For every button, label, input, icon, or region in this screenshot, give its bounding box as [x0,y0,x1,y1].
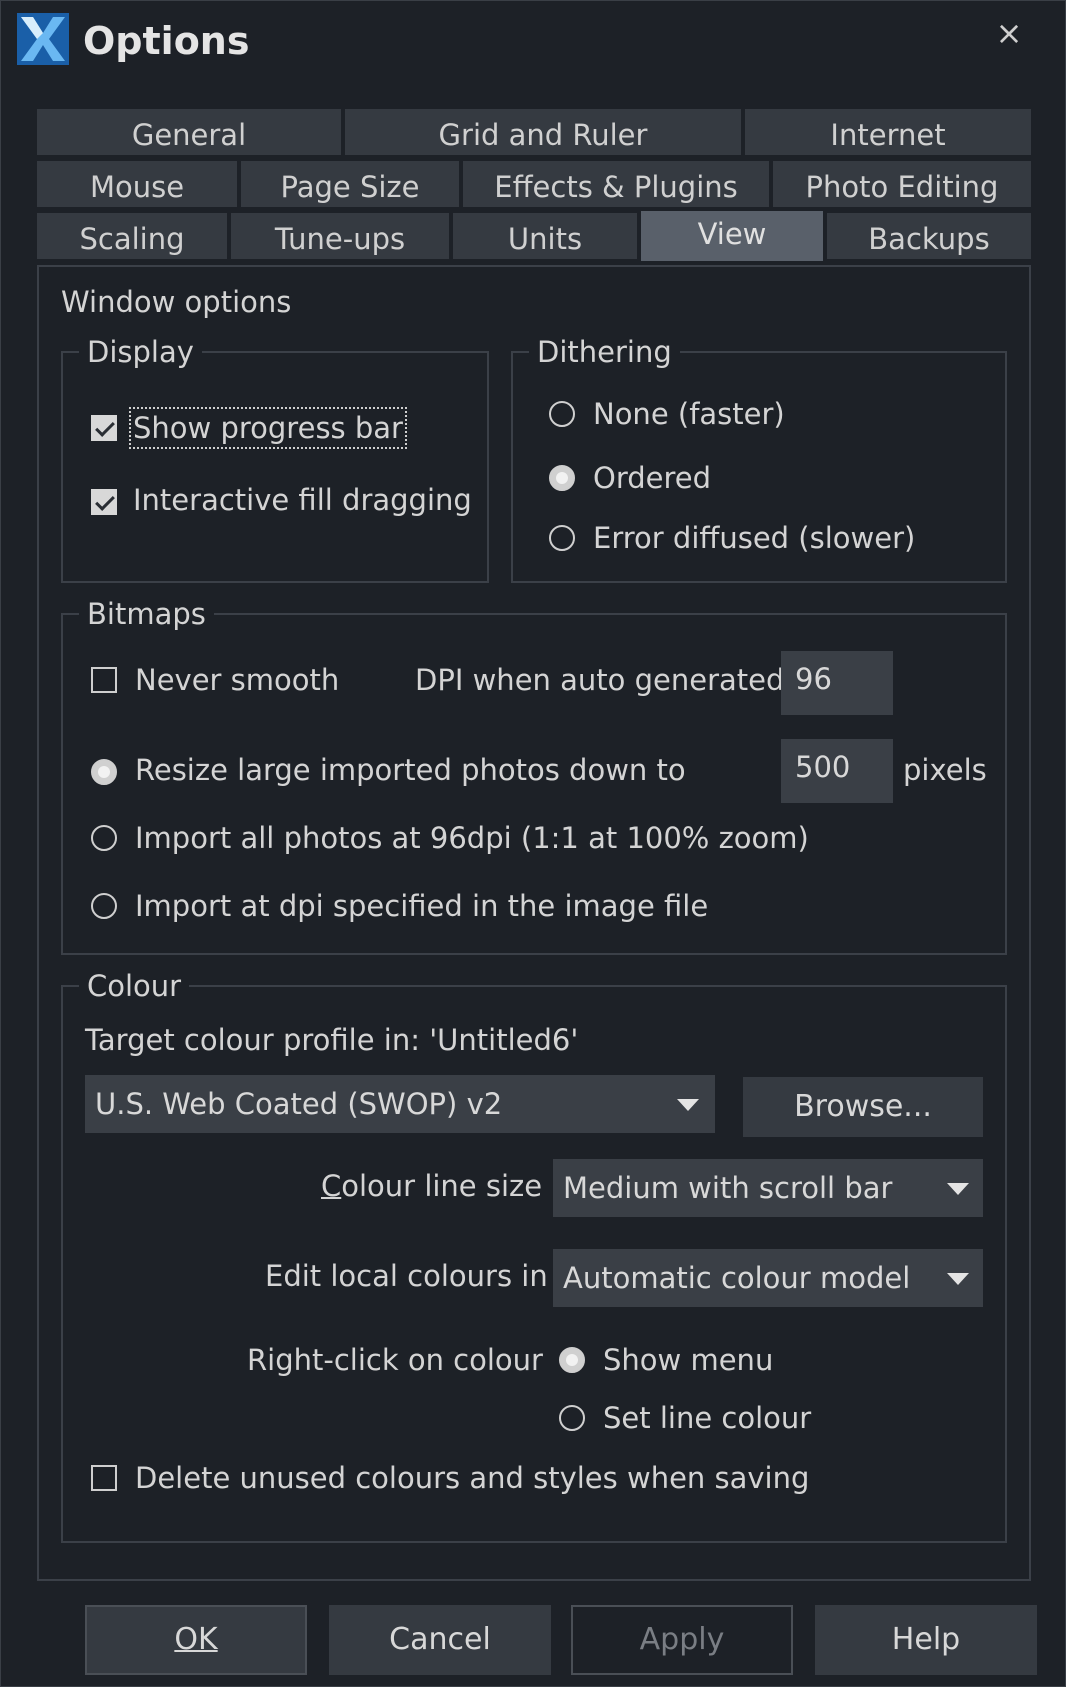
dithering-ordered-radio[interactable] [549,465,575,491]
tab-internet[interactable]: Internet [745,109,1031,155]
interactive-fill-dragging-label[interactable]: Interactive fill dragging [133,483,472,517]
delete-unused-label[interactable]: Delete unused colours and styles when sa… [135,1461,809,1495]
dithering-legend: Dithering [529,335,680,369]
edit-local-colours-value: Automatic colour model [563,1261,911,1295]
dpi-input[interactable]: 96 [781,651,893,715]
tab-photo-editing[interactable]: Photo Editing [773,161,1031,207]
import-96dpi-radio[interactable] [91,825,117,851]
tab-general[interactable]: General [37,109,341,155]
tab-scaling[interactable]: Scaling [37,213,227,259]
app-logo-icon [17,13,69,65]
colour-profile-value: U.S. Web Coated (SWOP) v2 [95,1087,503,1121]
resize-photos-radio[interactable] [91,759,117,785]
delete-unused-checkbox[interactable] [91,1465,117,1491]
colour-line-size-label: Colour line size [321,1169,543,1203]
right-click-show-menu-label[interactable]: Show menu [603,1343,773,1377]
chevron-down-icon [947,1183,969,1195]
apply-button[interactable]: Apply [571,1605,793,1675]
resize-pixels-input[interactable]: 500 [781,739,893,803]
tab-grid-and-ruler[interactable]: Grid and Ruler [345,109,741,155]
display-legend: Display [79,335,202,369]
import-96dpi-label[interactable]: Import all photos at 96dpi (1:1 at 100% … [135,821,809,855]
display-group [61,351,489,583]
target-profile-label: Target colour profile in: 'Untitled6' [85,1023,579,1057]
close-button[interactable]: × [991,15,1027,51]
tab-tune-ups[interactable]: Tune-ups [231,213,449,259]
right-click-set-line-colour-radio[interactable] [559,1405,585,1431]
window-options-heading: Window options [61,285,292,319]
tab-page-size[interactable]: Page Size [241,161,459,207]
dithering-none-label[interactable]: None (faster) [593,397,785,431]
right-click-show-menu-radio[interactable] [559,1347,585,1373]
options-dialog: Options × General Grid and Ruler Interne… [0,0,1066,1687]
chevron-down-icon [947,1273,969,1285]
ok-button[interactable]: OK [85,1605,307,1675]
dithering-error-diffused-radio[interactable] [549,525,575,551]
resize-photos-label[interactable]: Resize large imported photos down to [135,753,686,787]
help-button[interactable]: Help [815,1605,1037,1675]
dpi-auto-label: DPI when auto generated [415,663,785,697]
ok-button-label: OK [174,1622,218,1657]
colour-line-size-value: Medium with scroll bar [563,1171,893,1205]
colour-profile-dropdown[interactable]: U.S. Web Coated (SWOP) v2 [85,1075,715,1133]
show-progress-bar-checkbox[interactable] [91,415,117,441]
right-click-label: Right-click on colour [247,1343,543,1377]
colour-line-size-dropdown[interactable]: Medium with scroll bar [553,1159,983,1217]
edit-local-colours-label: Edit local colours in [265,1259,548,1293]
bitmaps-legend: Bitmaps [79,597,214,631]
right-click-set-line-colour-label[interactable]: Set line colour [603,1401,811,1435]
dithering-none-radio[interactable] [549,401,575,427]
window-title: Options [83,19,250,63]
browse-button[interactable]: Browse... [743,1077,983,1137]
import-file-dpi-radio[interactable] [91,893,117,919]
tab-effects-plugins[interactable]: Effects & Plugins [463,161,769,207]
never-smooth-checkbox[interactable] [91,667,117,693]
tab-view[interactable]: View [641,211,823,261]
show-progress-bar-label[interactable]: Show progress bar [129,407,407,449]
interactive-fill-dragging-checkbox[interactable] [91,489,117,515]
tab-mouse[interactable]: Mouse [37,161,237,207]
chevron-down-icon [677,1099,699,1111]
dithering-ordered-label[interactable]: Ordered [593,461,711,495]
dithering-error-diffused-label[interactable]: Error diffused (slower) [593,521,915,555]
pixels-unit-label: pixels [903,753,987,787]
cancel-button[interactable]: Cancel [329,1605,551,1675]
tab-backups[interactable]: Backups [827,213,1031,259]
edit-local-colours-dropdown[interactable]: Automatic colour model [553,1249,983,1307]
title-bar: Options × [1,1,1066,91]
tab-units[interactable]: Units [453,213,637,259]
colour-legend: Colour [79,969,190,1003]
never-smooth-label[interactable]: Never smooth [135,663,339,697]
import-file-dpi-label[interactable]: Import at dpi specified in the image fil… [135,889,708,923]
